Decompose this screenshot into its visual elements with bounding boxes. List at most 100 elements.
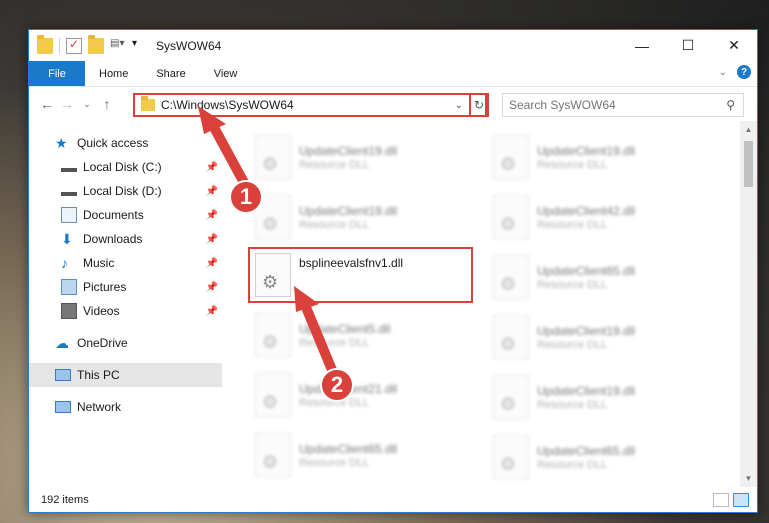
forward-icon[interactable]: →	[57, 96, 77, 112]
address-bar[interactable]: C:\Windows\SysWOW64 ⌄	[133, 93, 487, 117]
divider	[59, 37, 60, 54]
sidebar-item-local-disk-d[interactable]: Local Disk (D:) 📌	[29, 179, 222, 203]
search-icon: ⚲	[726, 98, 735, 112]
file-type: Resource DLL	[299, 219, 370, 231]
pin-icon[interactable]: 📌	[206, 234, 218, 245]
file-type: Resource DLL	[299, 337, 370, 349]
file-tile[interactable]: ⚙ UpdateClient19.dll Resource DLL	[493, 309, 713, 365]
gear-icon: ⚙	[500, 214, 517, 234]
tab-home[interactable]: Home	[85, 61, 142, 86]
sidebar-item-videos[interactable]: Videos 📌	[29, 299, 222, 323]
sidebar-item-pictures[interactable]: Pictures 📌	[29, 275, 222, 299]
folder-icon	[141, 96, 155, 111]
address-path: C:\Windows\SysWOW64	[161, 98, 294, 112]
file-tile[interactable]: ⚙ UpdateClient21.dllResource DLL	[255, 367, 475, 423]
pictures-icon	[61, 279, 77, 295]
scroll-up-icon[interactable]: ▲	[740, 121, 757, 138]
pin-icon[interactable]: 📌	[206, 162, 218, 173]
sidebar-item-music[interactable]: ♪ Music 📌	[29, 251, 222, 275]
file-name: UpdateClient5.dll	[299, 322, 391, 336]
gear-icon: ⚙	[262, 154, 279, 174]
ribbon-right: ⌄ ?	[719, 65, 751, 79]
file-name: UpdateClient19.dll	[537, 324, 636, 338]
file-tile[interactable]: ⚙ UpdateClient19.dll Resource DLL	[255, 129, 475, 185]
dll-file-icon: ⚙	[493, 315, 529, 359]
customize-qat-icon[interactable]: ▤▾	[110, 38, 126, 54]
sidebar-item-label: Videos	[83, 304, 120, 318]
file-name: UpdateClient19.dll	[299, 204, 398, 218]
file-name: UpdateClient65.dll	[299, 442, 398, 456]
gear-icon: ⚙	[500, 334, 517, 354]
file-tile[interactable]: ⚙ UpdateClient42.dll Resource DLL	[493, 189, 713, 245]
sidebar-item-label: Downloads	[83, 232, 143, 246]
file-name: UpdateClient65.dll	[537, 264, 636, 278]
sidebar-item-documents[interactable]: Documents 📌	[29, 203, 222, 227]
sidebar-item-local-disk-c[interactable]: Local Disk (C:) 📌	[29, 155, 222, 179]
vertical-scrollbar[interactable]: ▲ ▼	[740, 121, 757, 487]
item-count: 192 items	[41, 493, 89, 506]
help-icon[interactable]: ?	[737, 65, 751, 79]
dropdown-icon[interactable]: ▾	[132, 38, 148, 54]
up-icon[interactable]: ↑	[97, 96, 117, 112]
address-dropdown-icon[interactable]: ⌄	[455, 100, 463, 111]
sidebar-item-label: This PC	[77, 368, 120, 382]
search-input[interactable]	[509, 98, 727, 112]
computer-icon	[55, 369, 71, 381]
tab-share[interactable]: Share	[142, 61, 199, 86]
file-name: UpdateClient42.dll	[537, 204, 636, 218]
sidebar-item-label: Local Disk (D:)	[83, 184, 162, 198]
file-tile[interactable]: ⚙ UpdateClient65.dll Resource DLL	[493, 249, 713, 305]
star-icon: ★	[55, 135, 68, 151]
window-title: SysWOW64	[156, 38, 222, 53]
dll-file-icon: ⚙	[255, 433, 291, 477]
expand-ribbon-icon[interactable]: ⌄	[719, 67, 727, 78]
pin-icon[interactable]: 📌	[206, 282, 218, 293]
refresh-button[interactable]: ↻	[469, 93, 489, 117]
sidebar-item-onedrive[interactable]: ☁ OneDrive	[29, 331, 222, 355]
pin-icon[interactable]: 📌	[206, 186, 218, 197]
sidebar-item-label: Music	[83, 256, 115, 270]
sidebar-item-label: Network	[77, 400, 122, 414]
tab-file[interactable]: File	[29, 61, 85, 86]
navigation-bar: ← → ⌄ ↑ C:\Windows\SysWOW64 ⌄ ↻ ⚲	[29, 87, 757, 121]
new-folder-icon[interactable]	[88, 34, 104, 54]
scrollbar-thumb[interactable]	[744, 141, 753, 187]
file-tile[interactable]: ⚙ UpdateClient5.dll Resource DLL	[255, 307, 475, 363]
scroll-down-icon[interactable]: ▼	[740, 470, 757, 487]
back-icon[interactable]: ←	[37, 96, 57, 112]
details-view-icon[interactable]	[713, 493, 729, 507]
pin-icon[interactable]: 📌	[206, 210, 218, 221]
folder-icon	[37, 34, 53, 54]
file-tile[interactable]: ⚙ UpdateClient19.dll Resource DLL	[493, 129, 713, 185]
minimize-button[interactable]: —	[619, 30, 665, 61]
tab-view[interactable]: View	[200, 61, 252, 86]
tiles-view-icon[interactable]	[733, 493, 749, 507]
sidebar-item-label: Documents	[83, 208, 144, 222]
network-icon	[55, 401, 71, 413]
sidebar-item-downloads[interactable]: ⬇ Downloads 📌	[29, 227, 222, 251]
music-icon: ♪	[61, 255, 68, 271]
gear-icon: ⚙	[500, 394, 517, 414]
file-tile[interactable]: ⚙ UpdateClient65.dll Resource DLL	[493, 429, 713, 485]
sidebar-item-quick-access[interactable]: ★ Quick access	[29, 131, 222, 155]
dll-file-icon: ⚙	[255, 373, 291, 417]
properties-icon[interactable]: ✓	[66, 37, 82, 54]
recent-locations-icon[interactable]: ⌄	[77, 99, 97, 110]
file-tile[interactable]: ⚙ UpdateClient19.dll Resource DLL	[493, 369, 713, 425]
pin-icon[interactable]: 📌	[206, 258, 218, 269]
sidebar-item-network[interactable]: Network	[29, 395, 222, 419]
sidebar-item-this-pc[interactable]: This PC	[29, 363, 222, 387]
gear-icon: ⚙	[262, 392, 279, 412]
pin-icon[interactable]: 📌	[206, 306, 218, 317]
videos-icon	[61, 303, 77, 319]
search-box[interactable]: ⚲	[502, 93, 744, 117]
gear-icon: ⚙	[262, 214, 279, 234]
file-tile[interactable]: ⚙ UpdateClient19.dll Resource DLL	[255, 189, 475, 245]
file-type: Resource DLL	[537, 459, 608, 471]
maximize-button[interactable]: ☐	[665, 30, 711, 61]
file-tile[interactable]: ⚙ UpdateClient65.dll Resource DLL	[255, 427, 475, 483]
close-button[interactable]: ✕	[711, 30, 757, 61]
